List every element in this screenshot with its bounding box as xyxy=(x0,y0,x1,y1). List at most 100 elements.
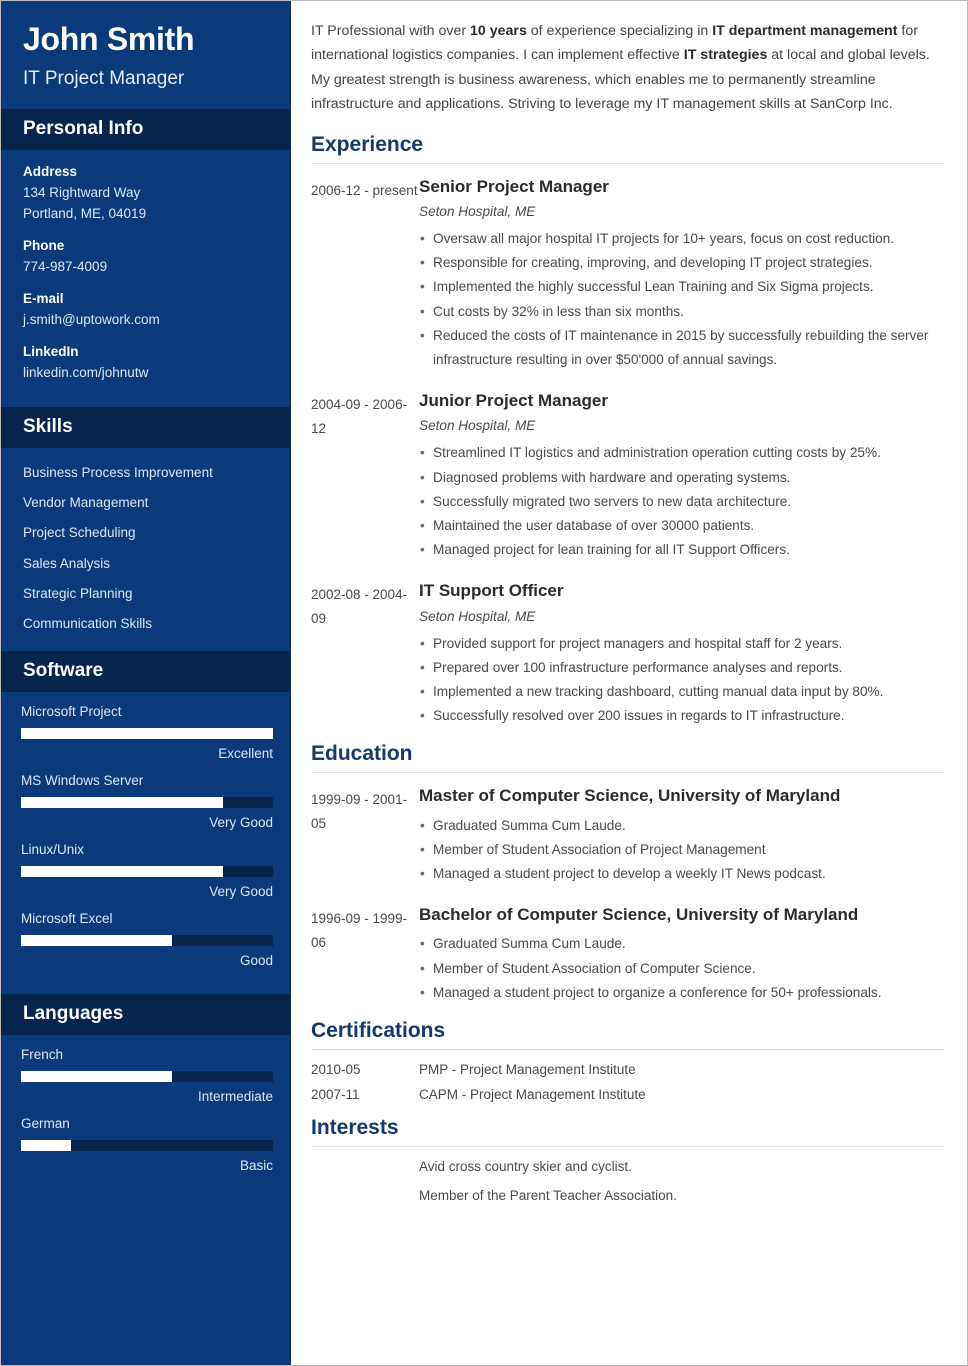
interest-text: Member of the Parent Teacher Association… xyxy=(419,1187,677,1203)
bullet-item: Graduated Summa Cum Laude. xyxy=(419,814,945,838)
bar-fill xyxy=(21,728,273,740)
software-level: Good xyxy=(239,953,273,969)
info-group-linkedin: LinkedIn linkedin.com/johnutw xyxy=(23,344,272,384)
candidate-name: John Smith xyxy=(23,21,195,57)
info-group-address: Address 134 Rightward Way Portland, ME, … xyxy=(23,164,272,225)
software-level: Very Good xyxy=(209,884,273,900)
software-name: Microsoft Excel xyxy=(21,911,113,927)
summary-text-2: of experience specializing in xyxy=(526,23,713,39)
software-item: Microsoft Excel Good xyxy=(21,911,273,969)
info-value-address: 134 Rightward Way Portland, ME, 04019 xyxy=(23,185,147,222)
bar-fill xyxy=(21,797,223,809)
software-rating-bar xyxy=(21,728,273,740)
entry-title: Senior Project Manager xyxy=(419,176,609,196)
languages-list: French Intermediate German Basic xyxy=(1,1035,290,1199)
section-title-experience: Experience xyxy=(311,133,945,164)
section-title-certifications: Certifications xyxy=(311,1019,945,1050)
bullet-item: Managed a student project to organize a … xyxy=(419,981,945,1005)
section-education: Education 1999-09 - 2001-05 Master of Co… xyxy=(311,742,945,1005)
software-rating-bar xyxy=(21,797,273,809)
entry-bullets: Streamlined IT logistics and administrat… xyxy=(419,441,945,562)
software-level: Excellent xyxy=(218,746,273,762)
certification-date: 2007-11 xyxy=(311,1086,360,1102)
entry-date: 2006-12 - present xyxy=(311,182,418,198)
bullet-item: Oversaw all major hospital IT projects f… xyxy=(419,227,945,251)
bullet-item: Member of Student Association of Project… xyxy=(419,838,945,862)
software-name: MS Windows Server xyxy=(21,773,144,789)
entry-title: Master of Computer Science, University o… xyxy=(419,786,841,806)
section-experience: Experience 2006-12 - present Senior Proj… xyxy=(311,133,945,728)
bullet-item: Maintained the user database of over 300… xyxy=(419,514,945,538)
info-value-phone: 774-987-4009 xyxy=(23,259,108,275)
info-label: LinkedIn xyxy=(23,344,79,360)
skill-item: Vendor Management xyxy=(23,495,149,511)
certification-row: 2010-05 PMP - Project Management Institu… xyxy=(311,1062,945,1077)
experience-entry: 2004-09 - 2006-12 Junior Project Manager… xyxy=(311,390,945,562)
entry-date: 2004-09 - 2006-12 xyxy=(311,397,408,436)
bar-fill xyxy=(21,1071,173,1083)
skill-item: Business Process Improvement xyxy=(23,465,213,481)
info-value-linkedin[interactable]: linkedin.com/johnutw xyxy=(23,363,272,384)
language-name: French xyxy=(21,1047,64,1063)
summary-bold-3: IT strategies xyxy=(683,47,768,64)
software-level: Very Good xyxy=(209,815,273,831)
experience-entry: 2002-08 - 2004-09 IT Support Officer Set… xyxy=(311,580,945,728)
entry-main: Bachelor of Computer Science, University… xyxy=(419,904,945,1005)
certification-rows: 2010-05 PMP - Project Management Institu… xyxy=(311,1050,945,1102)
bar-fill xyxy=(21,866,223,878)
language-name: German xyxy=(21,1116,70,1132)
language-level: Basic xyxy=(239,1158,273,1174)
software-item: MS Windows Server Very Good xyxy=(21,773,273,831)
info-label: E-mail xyxy=(23,291,64,307)
language-item: German Basic xyxy=(21,1116,273,1174)
section-title-education: Education xyxy=(311,742,945,774)
name-block: John Smith IT Project Manager xyxy=(1,1,290,110)
entry-date: 2002-08 - 2004-09 xyxy=(311,587,408,626)
certification-text: CAPM - Project Management Institute xyxy=(419,1086,646,1102)
bullet-item: Diagnosed problems with hardware and ope… xyxy=(419,466,945,490)
summary-text-1: IT Professional with over xyxy=(311,23,471,39)
entry-bullets: Oversaw all major hospital IT projects f… xyxy=(419,227,945,372)
interest-row: Avid cross country skier and cyclist. xyxy=(311,1159,945,1174)
candidate-job-title: IT Project Manager xyxy=(23,67,185,89)
interest-spacer xyxy=(311,1159,419,1174)
info-label: Address xyxy=(23,164,78,180)
main-content: IT Professional with over 10 years of ex… xyxy=(291,1,967,1365)
education-entry: 1996-09 - 1999-06 Bachelor of Computer S… xyxy=(311,904,945,1005)
entry-bullets: Graduated Summa Cum Laude. Member of Stu… xyxy=(419,932,945,1005)
profile-summary: IT Professional with over 10 years of ex… xyxy=(311,19,945,117)
info-value-email[interactable]: j.smith@uptowork.com xyxy=(23,310,272,331)
skill-item: Communication Skills xyxy=(23,616,153,632)
bullet-item: Cut costs by 32% in less than six months… xyxy=(419,300,945,324)
entry-subtitle: Seton Hospital, ME xyxy=(419,203,536,219)
bullet-item: Implemented a new tracking dashboard, cu… xyxy=(419,680,945,704)
software-name: Linux/Unix xyxy=(21,842,85,858)
info-group-email: E-mail j.smith@uptowork.com xyxy=(23,291,272,331)
section-header-languages: Languages xyxy=(1,994,290,1036)
software-list: Microsoft Project Excellent MS Windows S… xyxy=(1,692,290,994)
software-rating-bar xyxy=(21,866,273,878)
summary-bold-2: IT department management xyxy=(712,23,898,39)
entry-main: Master of Computer Science, University o… xyxy=(419,785,945,886)
personal-info-body: Address 134 Rightward Way Portland, ME, … xyxy=(1,150,290,407)
language-rating-bar xyxy=(21,1071,273,1083)
language-item: French Intermediate xyxy=(21,1047,273,1104)
software-name: Microsoft Project xyxy=(21,704,122,720)
summary-bold-1: 10 years xyxy=(470,23,527,39)
skill-item: Sales Analysis xyxy=(23,555,111,571)
section-title-interests: Interests xyxy=(311,1116,945,1147)
bullet-item: Prepared over 100 infrastructure perform… xyxy=(419,656,945,680)
certification-row: 2007-11 CAPM - Project Management Instit… xyxy=(311,1087,945,1102)
bar-fill xyxy=(21,935,173,947)
entry-bullets: Provided support for project managers an… xyxy=(419,632,945,729)
bullet-item: Implemented the highly successful Lean T… xyxy=(419,275,945,299)
entry-main: Senior Project Manager Seton Hospital, M… xyxy=(419,176,945,372)
entry-title: Junior Project Manager xyxy=(419,391,608,411)
entry-date: 1996-09 - 1999-06 xyxy=(311,911,408,950)
bullet-item: Successfully resolved over 200 issues in… xyxy=(419,704,945,728)
entry-subtitle: Seton Hospital, ME xyxy=(419,608,536,624)
entry-subtitle: Seton Hospital, ME xyxy=(419,418,536,434)
education-entry: 1999-09 - 2001-05 Master of Computer Sci… xyxy=(311,785,945,886)
section-header-software: Software xyxy=(1,651,290,693)
interest-text: Avid cross country skier and cyclist. xyxy=(419,1158,632,1174)
